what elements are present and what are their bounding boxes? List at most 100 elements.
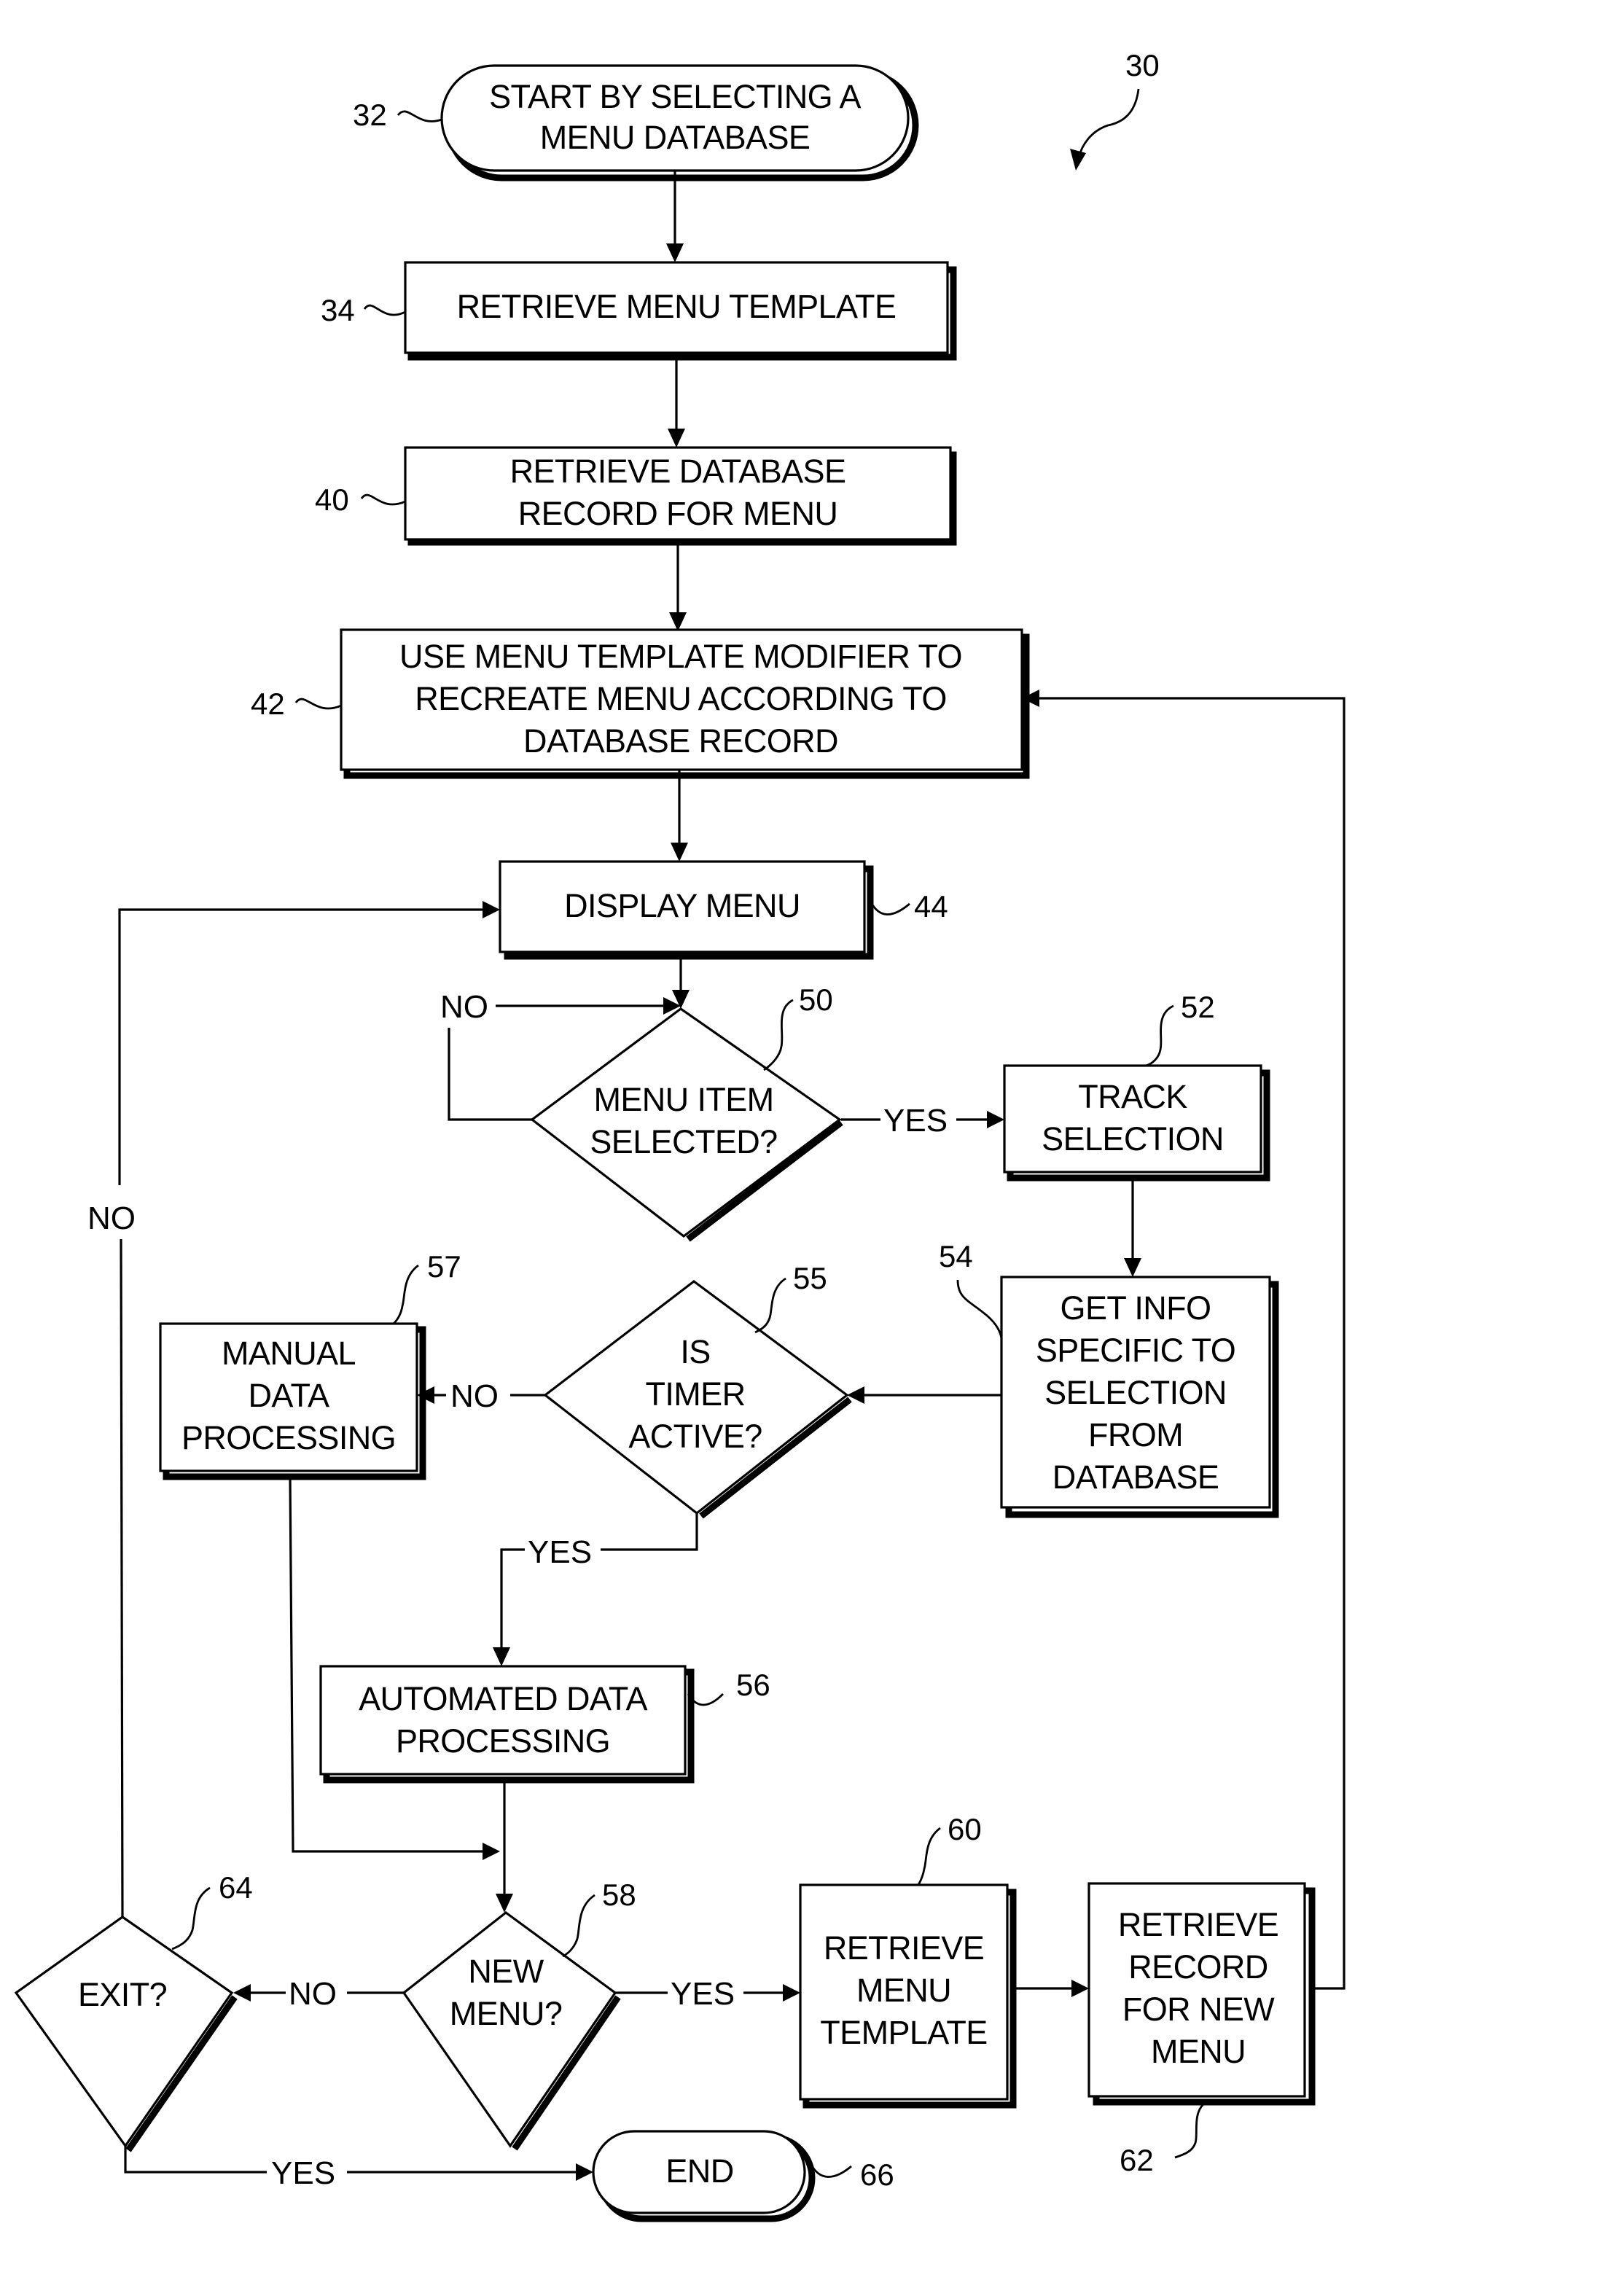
edge-64-yes-a [124,2146,267,2174]
node-52-line-2: SELECTION [1042,1120,1224,1157]
node-56-automated-data-processing[interactable]: AUTOMATED DATA PROCESSING [319,1665,695,1784]
node-50-line-2: SELECTED? [590,1123,777,1160]
edge-58-no-label: NO [289,1976,337,2012]
node-60-leader [917,1827,941,1886]
node-57-line-1: MANUAL [222,1335,356,1372]
node-57-leader [392,1264,419,1324]
node-64-line-1: EXIT? [78,1976,167,2013]
arrowhead-icon [668,429,685,448]
node-57-ref: 57 [427,1249,461,1284]
node-60-line-1: RETRIEVE [824,1929,984,1967]
node-32-line-1: START BY SELECTING A [489,78,861,115]
node-55-leader [754,1277,786,1334]
node-50-shape[interactable] [530,1007,842,1238]
node-60-line-3: TEMPLATE [820,2014,987,2051]
edge-58-yes-label: YES [671,1976,735,2012]
node-54-get-info[interactable]: GET INFO SPECIFIC TO SELECTION FROM DATA… [1000,1276,1279,1518]
flowchart: 30 START BY SELECTING A MENU DATABASE 32… [14,48,1346,2222]
node-55-is-timer-active[interactable]: IS TIMER ACTIVE? [543,1279,852,1519]
node-40-ref: 40 [315,483,349,517]
node-57-manual-data-processing[interactable]: MANUAL DATA PROCESSING [159,1322,426,1480]
edge-57-58 [289,1476,487,1853]
node-44-line-1: DISPLAY MENU [564,887,800,924]
node-40-leader [360,493,406,506]
node-64-exit[interactable]: EXIT? [14,1916,238,2152]
node-58-line-2: MENU? [450,1995,563,2032]
node-54-ref: 54 [939,1239,973,1273]
node-64-shape[interactable] [14,1916,234,2148]
node-66-end[interactable]: END [592,2130,816,2222]
node-52-leader [1145,1004,1174,1067]
edge-55-yes-label: YES [528,1534,592,1570]
arrowhead-icon [496,1894,513,1913]
node-50-line-1: MENU ITEM [593,1081,773,1118]
edge-50-no-loop [448,1028,532,1121]
node-32-start[interactable]: START BY SELECTING A MENU DATABASE [440,64,919,181]
node-50-leader [763,999,794,1071]
node-62-line-2: RECORD [1128,1948,1268,1985]
node-42-line-2: RECREATE MENU ACCORDING TO [415,680,947,717]
node-62-line-1: RETRIEVE [1118,1906,1278,1943]
node-58-ref: 58 [602,1878,636,1912]
node-66-leader [809,2163,852,2178]
node-60-retrieve-menu-template[interactable]: RETRIEVE MENU TEMPLATE [799,1883,1017,2109]
node-58-new-menu[interactable]: NEW MENU? [402,1910,621,2151]
edge-55-yes-a [601,1513,698,1551]
arrowhead-icon [1071,1980,1089,1997]
edge-64-yes-label: YES [271,2155,335,2191]
node-62-retrieve-record-new-menu[interactable]: RETRIEVE RECORD FOR NEW MENU [1087,1882,1316,2106]
node-54-line-5: DATABASE [1052,1459,1219,1496]
node-55-line-2: TIMER [646,1375,746,1413]
edge-55-no-label: NO [450,1378,499,1414]
node-54-line-4: FROM [1088,1416,1183,1453]
node-62-leader [1174,2102,1206,2159]
node-62-ref: 62 [1120,2143,1154,2177]
node-42-recreate-menu[interactable]: USE MENU TEMPLATE MODIFIER TO RECREATE M… [340,628,1030,779]
node-54-line-1: GET INFO [1061,1289,1211,1327]
node-52-line-1: TRACK [1078,1078,1187,1115]
node-34-ref: 34 [321,293,355,327]
arrowhead-icon [666,243,684,262]
node-42-line-3: DATABASE RECORD [523,722,838,760]
node-50-ref: 50 [799,983,833,1017]
edge-64-no-b [118,908,487,1185]
node-34-retrieve-menu-template[interactable]: RETRIEVE MENU TEMPLATE [404,261,957,361]
node-52-track-selection[interactable]: TRACK SELECTION [1003,1064,1270,1182]
node-50-menu-item-selected[interactable]: MENU ITEM SELECTED? [530,1007,843,1242]
node-32-ref: 32 [353,98,387,132]
node-58-leader [562,1894,595,1958]
arrowhead-icon [483,901,500,918]
edge-50-yes-label: YES [883,1103,948,1139]
node-44-ref: 44 [914,889,948,924]
node-62-line-4: MENU [1151,2033,1246,2070]
node-56-line-2: PROCESSING [396,1722,610,1760]
node-40-line-1: RETRIEVE DATABASE [510,453,846,490]
arrowhead-icon [576,2163,593,2181]
node-34-leader [363,304,406,316]
node-57-line-3: PROCESSING [181,1419,396,1456]
node-56-line-1: AUTOMATED DATA [359,1680,647,1717]
node-54-line-3: SELECTION [1044,1374,1227,1411]
node-55-ref: 55 [793,1261,827,1295]
arrowhead-icon [493,1647,510,1666]
arrowhead-icon [987,1111,1004,1128]
node-62-line-3: FOR NEW [1122,1991,1275,2028]
edge-64-no-a [120,1238,124,1918]
arrowhead-icon [671,843,688,862]
node-44-display-menu[interactable]: DISPLAY MENU [499,860,874,960]
node-40-retrieve-database-record[interactable]: RETRIEVE DATABASE RECORD FOR MENU [404,446,957,546]
figure-reference: 30 [1070,48,1160,171]
edge-50-no-label: NO [440,989,488,1025]
node-42-leader [294,698,342,710]
node-32-line-2: MENU DATABASE [540,119,811,156]
node-34-line-1: RETRIEVE MENU TEMPLATE [457,288,897,325]
node-55-line-3: ACTIVE? [628,1418,762,1455]
node-40-line-2: RECORD FOR MENU [518,495,838,532]
figure-ref-number: 30 [1125,48,1160,82]
node-60-ref: 60 [948,1812,982,1846]
node-64-ref: 64 [219,1870,253,1905]
node-32-leader [397,110,442,122]
arrowhead-icon [783,1984,800,2002]
node-42-line-1: USE MENU TEMPLATE MODIFIER TO [399,638,962,675]
node-54-leader [956,1279,1003,1339]
